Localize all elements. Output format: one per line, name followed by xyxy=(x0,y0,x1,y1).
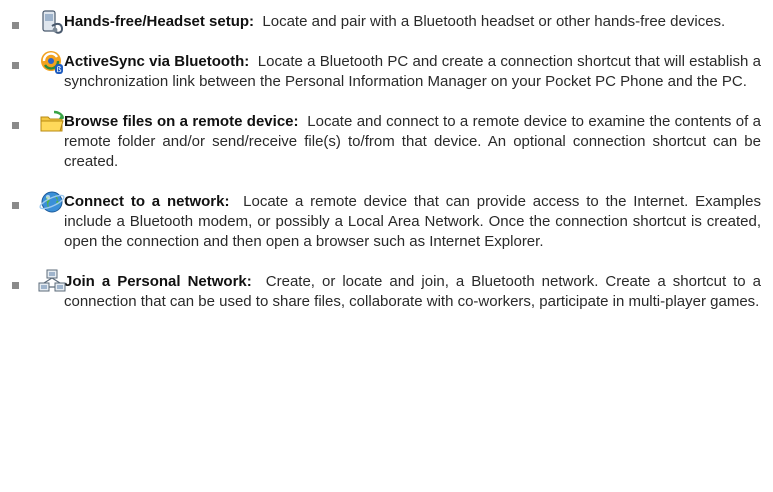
globe-network-icon xyxy=(38,188,66,216)
list-item-text: Browse files on a remote device: Locate … xyxy=(64,112,761,172)
document-page: Hands-free/Headset setup: Locate and pai… xyxy=(0,0,773,492)
headset-phone-icon xyxy=(38,8,66,36)
item-description: Locate and pair with a Bluetooth headset… xyxy=(262,13,726,30)
svg-text:ß: ß xyxy=(56,65,61,74)
list-item-text: Join a Personal Network: Create, or loca… xyxy=(64,272,761,312)
item-title: Hands-free/Headset setup: xyxy=(64,13,255,30)
activesync-icon: ß xyxy=(38,48,66,76)
item-title: ActiveSync via Bluetooth: xyxy=(64,53,250,70)
bullet-square xyxy=(12,202,19,209)
list-item-connect-network: Connect to a network: Locate a remote de… xyxy=(6,191,761,252)
bullet-square xyxy=(12,22,19,29)
list-item-text: Hands-free/Headset setup: Locate and pai… xyxy=(64,12,761,32)
folder-browse-icon xyxy=(38,108,66,136)
list-item-personal-network: Join a Personal Network: Create, or loca… xyxy=(6,269,761,312)
list-item-text: ActiveSync via Bluetooth: Locate a Bluet… xyxy=(64,52,761,92)
personal-network-icon xyxy=(38,268,66,296)
list-item-browse-files: Browse files on a remote device: Locate … xyxy=(6,110,761,172)
item-title: Connect to a network: xyxy=(64,193,230,210)
item-title: Join a Personal Network: xyxy=(64,273,252,290)
list-item-text: Connect to a network: Locate a remote de… xyxy=(64,192,761,252)
bullet-square xyxy=(12,282,19,289)
bullet-square xyxy=(12,122,19,129)
list-item-headset-setup: Hands-free/Headset setup: Locate and pai… xyxy=(6,10,761,34)
list-item-activesync: ß ActiveSync via Bluetooth: Locate a Blu… xyxy=(6,51,761,92)
item-title: Browse files on a remote device: xyxy=(64,113,299,130)
bullet-square xyxy=(12,62,19,69)
